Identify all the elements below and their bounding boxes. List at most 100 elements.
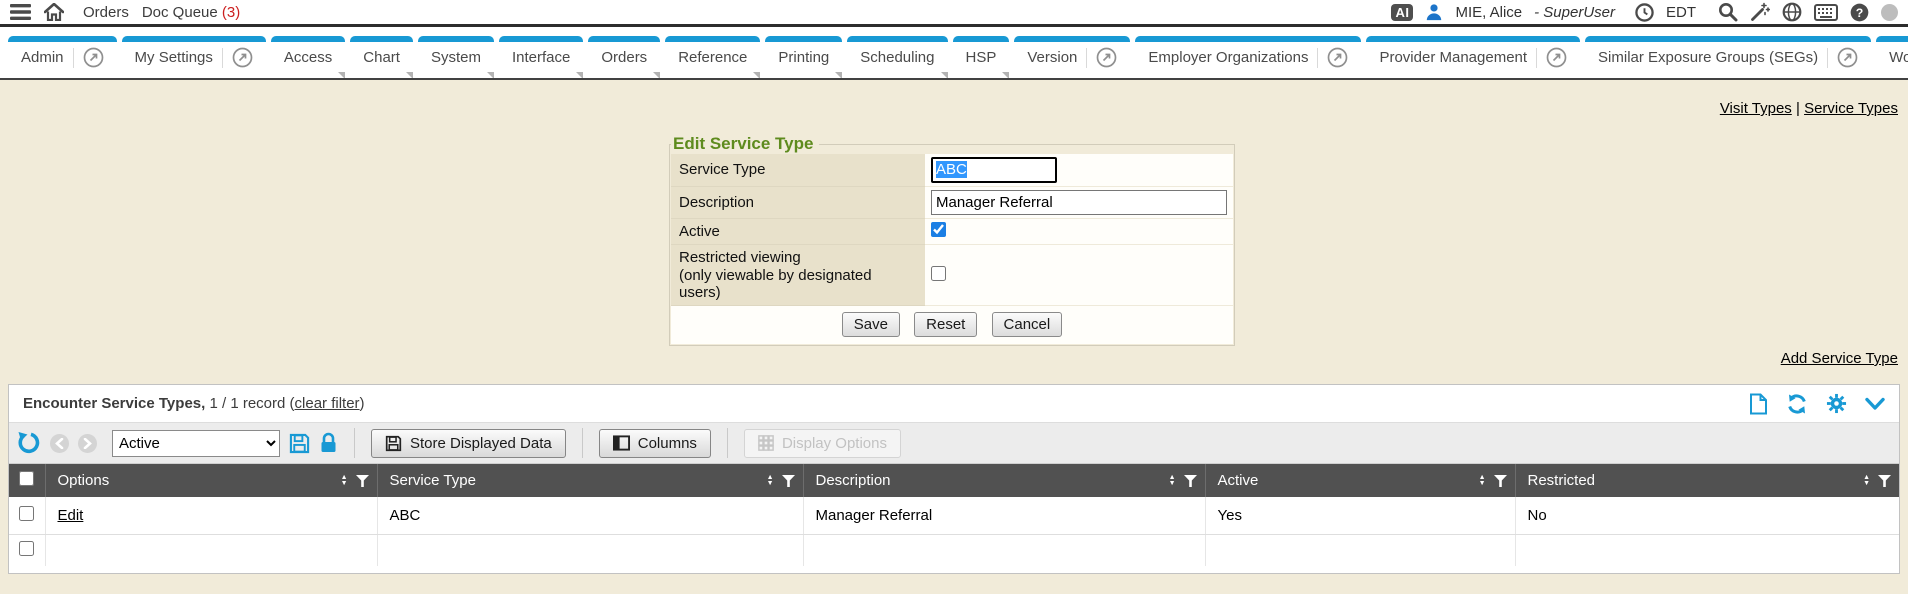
cancel-button[interactable]: Cancel: [992, 312, 1063, 337]
record-count: 1 / 1 record: [209, 395, 285, 412]
hamburger-menu-icon[interactable]: [10, 4, 31, 20]
popout-icon[interactable]: [1327, 47, 1348, 68]
popout-icon[interactable]: [83, 47, 104, 68]
filter-funnel-icon[interactable]: [782, 475, 795, 487]
topbar-link-orders[interactable]: Orders: [83, 4, 129, 21]
collapse-chevron-icon[interactable]: [1865, 397, 1885, 411]
tab-label: System: [431, 49, 481, 66]
sort-icon[interactable]: ▲▼: [767, 475, 774, 487]
search-icon[interactable]: [1718, 2, 1738, 22]
service-type-row: Service Type ABC: [671, 154, 1233, 187]
visit-types-link[interactable]: Visit Types: [1720, 100, 1792, 117]
tab-chart[interactable]: Chart: [350, 36, 413, 73]
popout-icon[interactable]: [1546, 47, 1567, 68]
store-displayed-data-button[interactable]: Store Displayed Data: [371, 429, 566, 458]
help-icon[interactable]: ?: [1850, 3, 1869, 22]
restricted-checkbox[interactable]: [931, 266, 946, 281]
user-icon[interactable]: [1425, 3, 1443, 21]
cell-restricted: No: [1515, 497, 1899, 534]
tab-label: Interface: [512, 49, 570, 66]
tab-system[interactable]: System: [418, 36, 494, 73]
tab-hsp[interactable]: HSP: [953, 36, 1010, 73]
tab-printing[interactable]: Printing: [765, 36, 842, 73]
active-checkbox[interactable]: [931, 222, 946, 237]
undo-icon[interactable]: [17, 431, 41, 455]
tab-label: Provider Management: [1379, 49, 1527, 66]
cell-service-type: ABC: [377, 497, 803, 534]
tab-fold-icon: [1002, 72, 1009, 79]
add-service-type-link[interactable]: Add Service Type: [1781, 350, 1898, 367]
toolbar-separator: [582, 428, 583, 458]
popout-icon[interactable]: [232, 47, 253, 68]
ai-badge[interactable]: AI: [1391, 4, 1413, 21]
select-all-checkbox[interactable]: [19, 471, 34, 486]
form-button-row: Save Reset Cancel: [671, 306, 1233, 345]
filter-funnel-icon[interactable]: [1878, 475, 1891, 487]
popout-icon[interactable]: [1096, 47, 1117, 68]
filter-funnel-icon[interactable]: [1184, 475, 1197, 487]
column-header-options: Options: [58, 472, 110, 489]
active-label: Active: [671, 219, 925, 245]
topbar-link-doc-queue[interactable]: Doc Queue (3): [142, 4, 240, 21]
previous-page-icon[interactable]: [50, 434, 69, 453]
tab-access[interactable]: Access: [271, 36, 345, 73]
save-view-icon[interactable]: [289, 433, 310, 454]
tab-fold-icon: [753, 72, 760, 79]
tab-interface[interactable]: Interface: [499, 36, 583, 73]
tab-provider-management[interactable]: Provider Management: [1366, 36, 1580, 73]
row-checkbox[interactable]: [19, 506, 34, 521]
service-types-link[interactable]: Service Types: [1804, 100, 1898, 117]
lock-icon[interactable]: [319, 432, 338, 454]
globe-icon[interactable]: [1782, 2, 1802, 22]
save-button[interactable]: Save: [842, 312, 900, 337]
link-separator: |: [1796, 100, 1800, 117]
refresh-icon[interactable]: [1786, 393, 1808, 415]
next-page-icon[interactable]: [78, 434, 97, 453]
tab-my-settings[interactable]: My Settings: [122, 36, 266, 73]
cell-active: Yes: [1205, 497, 1515, 534]
description-input[interactable]: [931, 190, 1227, 215]
sort-icon[interactable]: ▲▼: [1479, 475, 1486, 487]
tab-fold-icon: [653, 72, 660, 79]
status-circle-icon[interactable]: [1881, 4, 1898, 21]
tab-reference[interactable]: Reference: [665, 36, 760, 73]
tab-fold-icon: [576, 72, 583, 79]
service-type-input[interactable]: ABC: [931, 157, 1057, 183]
wand-icon[interactable]: [1750, 2, 1770, 22]
sort-icon[interactable]: ▲▼: [341, 475, 348, 487]
svg-text:?: ?: [1856, 5, 1864, 19]
popout-icon[interactable]: [1837, 47, 1858, 68]
tab-version[interactable]: Version: [1014, 36, 1130, 73]
admin-tab-bar: Admin My Settings Access Chart System In…: [0, 27, 1908, 80]
view-filter-select[interactable]: Active: [112, 430, 280, 457]
columns-button[interactable]: Columns: [599, 429, 711, 458]
edit-link[interactable]: Edit: [58, 507, 84, 524]
sort-icon[interactable]: ▲▼: [1169, 475, 1176, 487]
doc-queue-count: (3): [222, 4, 240, 21]
user-role: - SuperUser: [1534, 4, 1615, 21]
filter-funnel-icon[interactable]: [356, 475, 369, 487]
sort-icon[interactable]: ▲▼: [1863, 475, 1870, 487]
new-document-icon[interactable]: [1749, 393, 1768, 415]
tab-scheduling[interactable]: Scheduling: [847, 36, 947, 73]
table-footer-row: [9, 534, 1899, 566]
tab-orders[interactable]: Orders: [588, 36, 660, 73]
reset-button[interactable]: Reset: [914, 312, 977, 337]
tab-label: Access: [284, 49, 332, 66]
tab-employer-organizations[interactable]: Employer Organizations: [1135, 36, 1361, 73]
tab-label: Scheduling: [860, 49, 934, 66]
service-type-label: Service Type: [671, 154, 925, 187]
footer-checkbox[interactable]: [19, 541, 34, 556]
tab-label: HSP: [966, 49, 997, 66]
filter-funnel-icon[interactable]: [1494, 475, 1507, 487]
tab-work-locations[interactable]: Work Locations: [1876, 36, 1908, 73]
gear-icon[interactable]: [1826, 393, 1847, 414]
keyboard-icon[interactable]: [1814, 4, 1838, 21]
page-content: Visit Types | Service Types Edit Service…: [0, 82, 1908, 594]
home-icon[interactable]: [44, 3, 64, 21]
tab-admin[interactable]: Admin: [8, 36, 117, 73]
clock-icon[interactable]: [1635, 3, 1654, 22]
tab-similar-exposure-groups[interactable]: Similar Exposure Groups (SEGs): [1585, 36, 1871, 73]
clear-filter-link[interactable]: clear filter: [295, 395, 360, 412]
tab-label: Orders: [601, 49, 647, 66]
